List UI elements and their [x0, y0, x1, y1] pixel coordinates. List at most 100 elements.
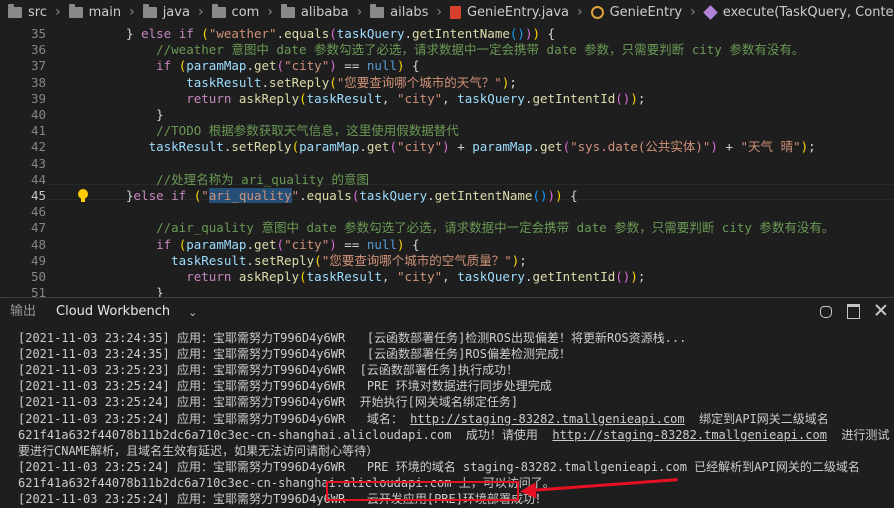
- code-text: //TODO 根据参数获取天气信息，这里使用假数据替代: [126, 123, 459, 139]
- folder-icon: [370, 3, 385, 18]
- log-link[interactable]: http://staging-83282.tmallgenieapi.com: [410, 412, 685, 426]
- line-number: 49: [30, 252, 46, 268]
- annotation-highlight-box: [326, 481, 519, 501]
- method-icon: [702, 4, 718, 20]
- breadcrumb-item[interactable]: com: [211, 3, 260, 20]
- code-line[interactable]: 42 taskResult.setReply(paramMap.get("cit…: [0, 139, 894, 155]
- code-line[interactable]: 37 if (paramMap.get("city") == null) {: [0, 58, 894, 74]
- code-line[interactable]: 43: [0, 156, 894, 172]
- folder-icon: [142, 3, 157, 18]
- line-number: 45: [30, 188, 46, 203]
- chevron-right-icon: ›: [129, 4, 135, 20]
- log-link[interactable]: http://staging-83282.tmallgenieapi.com: [552, 428, 827, 442]
- code-line[interactable]: 35 } else if ("weather".equals(taskQuery.…: [0, 26, 894, 42]
- maximize-panel-icon[interactable]: [846, 303, 860, 319]
- code-text: } else if ("weather".equals(taskQuery.ge…: [126, 26, 556, 41]
- breadcrumb-label: execute(TaskQuery, Context): [722, 4, 894, 20]
- code-text: //处理名称为 ari_quality 的意图: [126, 171, 369, 187]
- breadcrumb-item[interactable]: execute(TaskQuery, Context): [702, 4, 894, 20]
- line-number: 35: [30, 26, 46, 41]
- log-line: [2021-11-03 23:25:24] 应用：宝耶需努力T996D4y6WR…: [18, 411, 829, 426]
- code-line[interactable]: 41 //TODO 根据参数获取天气信息，这里使用假数据替代: [0, 123, 894, 139]
- line-number: 40: [30, 107, 46, 122]
- code-line[interactable]: 40 }: [0, 107, 894, 123]
- breadcrumb-label: GenieEntry.java: [466, 4, 569, 20]
- breadcrumb: src › main › java › com › alibaba › ailabs › GenieEn…: [0, 0, 894, 24]
- chevron-down-icon[interactable]: ⌄: [188, 306, 197, 319]
- folder-icon: [211, 3, 226, 18]
- folder-icon: [68, 3, 83, 18]
- chevron-right-icon: ›: [267, 4, 273, 20]
- breadcrumb-item[interactable]: GenieEntry: [590, 4, 683, 20]
- breadcrumb-item[interactable]: ailabs: [370, 3, 429, 20]
- tab-cloud-workbench-label: Cloud Workbench: [56, 304, 171, 319]
- log-line: [2021-11-03 23:25:24] 应用：宝耶需努力T996D4y6WR…: [18, 379, 552, 394]
- line-number: 38: [30, 74, 46, 90]
- folder-icon: [8, 3, 22, 18]
- code-text: //weather 意图中 date 参数勾选了必选，请求数据中一定会携带 da…: [126, 42, 805, 58]
- line-number: 50: [30, 269, 46, 284]
- breadcrumb-item[interactable]: GenieEntry.java: [449, 4, 569, 20]
- breadcrumb-label: src: [28, 4, 47, 20]
- code-text: }else if ("ari_quality".equals(taskQuery…: [126, 188, 578, 203]
- code-editor[interactable]: 35 } else if ("weather".equals(taskQuery.…: [0, 24, 894, 297]
- code-line[interactable]: 48 if (paramMap.get("city") == null) {: [0, 237, 894, 253]
- breadcrumb-label: alibaba: [300, 4, 349, 20]
- log-line: [2021-11-03 23:25:24] 应用：宝耶需努力T996D4y6WR…: [18, 459, 860, 474]
- code-line[interactable]: 45 }else if ("ari_quality".equals(taskQue…: [0, 188, 894, 204]
- code-text: if (paramMap.get("city") == null) {: [156, 58, 420, 74]
- line-number: 43: [30, 155, 46, 171]
- code-line[interactable]: 38 taskResult.setReply("您要查询哪个城市的天气？");: [0, 75, 894, 91]
- code-text: taskResult.setReply("您要查询哪个城市的空气质量？");: [171, 252, 527, 268]
- line-number: 37: [30, 58, 46, 74]
- code-line[interactable]: 44 //处理名称为 ari_quality 的意图: [0, 172, 894, 188]
- line-number: 51: [30, 285, 46, 297]
- breadcrumb-item[interactable]: alibaba: [280, 3, 349, 20]
- code-text: }: [126, 107, 164, 122]
- breadcrumb-label: ailabs: [390, 4, 429, 20]
- panel-tab-bar: 输出 Cloud Workbench ⌄: [0, 298, 894, 326]
- code-text: taskResult.setReply(paramMap.get("city")…: [148, 139, 816, 155]
- code-line[interactable]: 46: [0, 204, 894, 220]
- breadcrumb-label: GenieEntry: [609, 4, 683, 20]
- tab-cloud-workbench[interactable]: Cloud Workbench: [46, 298, 180, 326]
- breadcrumb-label: java: [162, 4, 190, 20]
- line-number: 46: [30, 204, 46, 220]
- chevron-right-icon: ›: [54, 4, 61, 20]
- debug-icon[interactable]: [818, 303, 832, 318]
- tab-output[interactable]: 输出: [0, 298, 46, 326]
- breadcrumb-item[interactable]: src: [8, 3, 47, 20]
- code-line[interactable]: 36 //weather 意图中 date 参数勾选了必选，请求数据中一定会携带…: [0, 42, 894, 58]
- code-line[interactable]: 50 return askReply(taskResult, "city", t…: [0, 269, 894, 285]
- code-line[interactable]: 49 taskResult.setReply("您要查询哪个城市的空气质量？")…: [0, 253, 894, 269]
- line-number: 44: [30, 171, 46, 187]
- code-line[interactable]: 39 return askReply(taskResult, "city", t…: [0, 91, 894, 107]
- log-line: 要进行CNAME解析，且域名生效有延迟，如果无法访问请耐心等待）: [18, 443, 379, 458]
- folder-icon: [280, 3, 295, 18]
- log-line: [2021-11-03 23:25:24] 应用：宝耶需努力T996D4y6WR…: [18, 395, 519, 410]
- annotation-arrow-head: [519, 482, 537, 500]
- line-number: 48: [30, 236, 46, 252]
- breadcrumb-label: main: [88, 4, 122, 20]
- log-line: [2021-11-03 23:25:23] 应用：宝耶需努力T996D4y6WR…: [18, 363, 519, 378]
- breadcrumb-item[interactable]: main: [68, 3, 122, 20]
- line-number: 42: [30, 139, 46, 155]
- code-text: return askReply(taskResult, "city", task…: [186, 90, 646, 106]
- line-number: 41: [30, 123, 46, 139]
- chevron-right-icon: ›: [197, 4, 204, 20]
- chevron-right-icon: ›: [577, 4, 583, 20]
- code-text: taskResult.setReply("您要查询哪个城市的天气？");: [186, 74, 517, 90]
- line-number: 47: [30, 220, 46, 236]
- code-line[interactable]: 51 }: [0, 285, 894, 297]
- class-icon: [590, 5, 604, 19]
- breadcrumb-label: com: [231, 4, 260, 20]
- chevron-right-icon: ›: [436, 4, 442, 20]
- chevron-right-icon: ›: [690, 4, 696, 20]
- code-text: if (paramMap.get("city") == null) {: [156, 236, 420, 252]
- code-line[interactable]: 47 //air_quality 意图中 date 参数勾选了必选，请求数据中一…: [0, 220, 894, 236]
- lightbulb-icon[interactable]: [78, 189, 88, 202]
- code-text: }: [126, 285, 164, 297]
- close-panel-icon[interactable]: [874, 303, 888, 317]
- log-line: [2021-11-03 23:24:35] 应用：宝耶需努力T996D4y6WR…: [18, 347, 571, 362]
- breadcrumb-item[interactable]: java: [142, 3, 190, 20]
